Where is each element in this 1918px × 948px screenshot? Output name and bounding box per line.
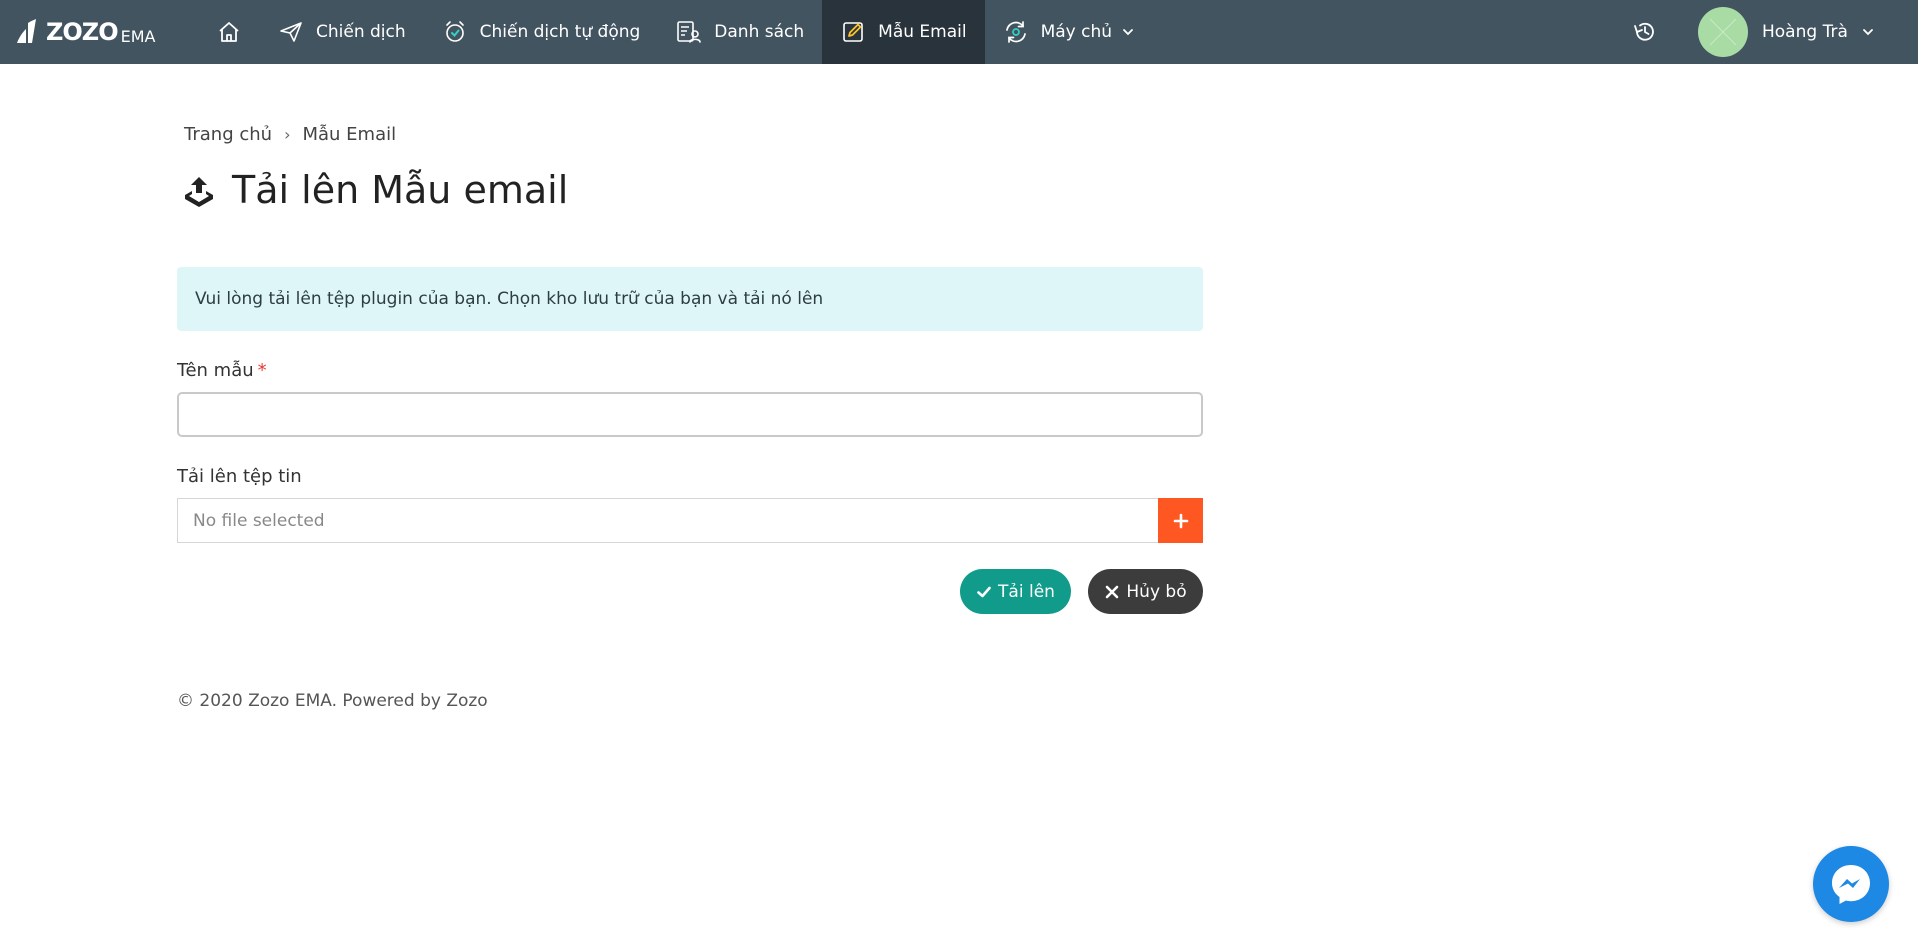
chevron-down-icon xyxy=(1862,29,1873,36)
alarm-clock-icon xyxy=(442,19,468,45)
logo-mark-icon xyxy=(17,19,36,43)
history-icon xyxy=(1634,22,1654,41)
avatar-placeholder-icon xyxy=(1709,18,1737,46)
messenger-chat-button[interactable] xyxy=(1813,846,1889,922)
user-name: Hoàng Trà xyxy=(1762,22,1848,42)
zozo-ema-logo[interactable]: ZOZO EMA xyxy=(14,14,155,50)
messenger-icon xyxy=(1832,865,1870,904)
user-menu[interactable]: Hoàng Trà xyxy=(1698,6,1874,58)
plus-icon xyxy=(1173,513,1188,528)
avatar xyxy=(1698,7,1748,57)
nav-home[interactable] xyxy=(200,0,260,64)
template-name-input[interactable] xyxy=(177,392,1203,437)
history-button[interactable] xyxy=(1628,15,1662,49)
logo-brand-text: ZOZO xyxy=(46,18,119,46)
upload-button-label: Tải lên xyxy=(998,581,1055,602)
nav-servers-label: Máy chủ xyxy=(1040,22,1113,42)
cancel-button[interactable]: Hủy bỏ xyxy=(1088,569,1203,614)
nav-email-templates[interactable]: Mẫu Email xyxy=(822,0,985,64)
contact-list-icon xyxy=(676,19,702,45)
main-nav: Chiến dịch Chiến dịch tự động Danh sách … xyxy=(200,0,1152,64)
breadcrumb: Trang chủ › Mẫu Email xyxy=(184,124,396,145)
server-sync-icon xyxy=(1003,19,1029,45)
paper-plane-icon xyxy=(278,19,304,45)
nav-lists-label: Danh sách xyxy=(714,22,805,42)
breadcrumb-current: Mẫu Email xyxy=(302,124,397,145)
checkmark-icon xyxy=(976,584,992,600)
file-upload-field: No file selected xyxy=(177,498,1203,543)
chevron-down-icon xyxy=(1123,29,1133,36)
info-alert: Vui lòng tải lên tệp plugin của bạn. Chọ… xyxy=(177,267,1203,331)
nav-auto-campaigns[interactable]: Chiến dịch tự động xyxy=(424,0,659,64)
footer-copyright: © 2020 Zozo EMA. Powered by Zozo xyxy=(177,691,488,711)
upload-button[interactable]: Tải lên xyxy=(960,569,1071,614)
upload-icon xyxy=(185,177,213,207)
logo-sub-text: EMA xyxy=(120,26,156,46)
page-title-text: Tải lên Mẫu email xyxy=(232,168,569,212)
template-name-label: Tên mẫu * xyxy=(177,360,267,381)
edit-template-icon xyxy=(840,19,866,45)
nav-lists[interactable]: Danh sách xyxy=(658,0,822,64)
add-file-button[interactable] xyxy=(1158,498,1203,543)
file-name-display[interactable]: No file selected xyxy=(177,498,1158,543)
file-upload-label: Tải lên tệp tin xyxy=(177,466,302,487)
nav-servers[interactable]: Máy chủ xyxy=(985,0,1152,64)
required-asterisk: * xyxy=(257,360,267,381)
cancel-button-label: Hủy bỏ xyxy=(1126,581,1187,602)
nav-email-templates-label: Mẫu Email xyxy=(878,22,967,42)
template-name-label-text: Tên mẫu xyxy=(177,360,254,381)
top-navbar: ZOZO EMA Chiến dịch Chiến dịch tự động D… xyxy=(0,0,1918,64)
close-icon xyxy=(1104,584,1120,600)
breadcrumb-home-link[interactable]: Trang chủ xyxy=(184,124,272,145)
breadcrumb-separator: › xyxy=(284,125,291,144)
nav-auto-campaigns-label: Chiến dịch tự động xyxy=(479,22,641,42)
home-icon xyxy=(216,19,242,45)
nav-campaigns-label: Chiến dịch xyxy=(316,22,406,42)
info-alert-text: Vui lòng tải lên tệp plugin của bạn. Chọ… xyxy=(195,289,824,309)
nav-campaigns[interactable]: Chiến dịch xyxy=(260,0,424,64)
page-title: Tải lên Mẫu email xyxy=(180,168,568,212)
